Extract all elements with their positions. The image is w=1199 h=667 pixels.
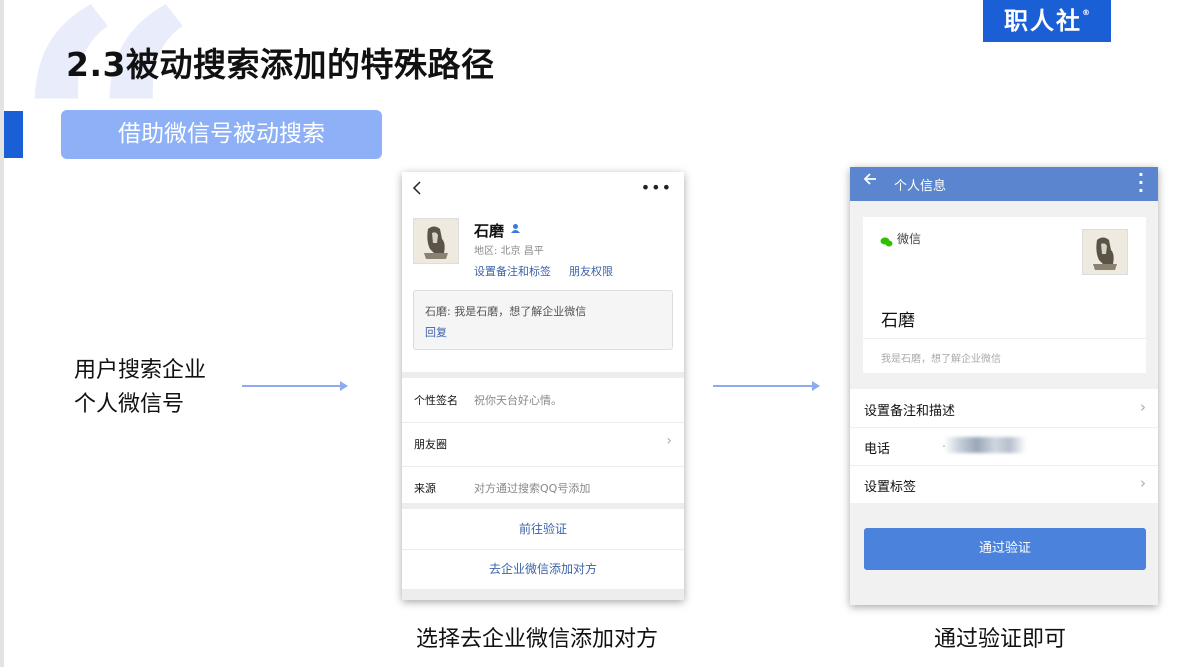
wechat-contact-screen: ••• 石磨 地区: 北京 昌平 设置备注和标签 朋友权限 石磨: 我是石磨，想…	[402, 172, 684, 600]
flow-arrow-1	[242, 381, 348, 391]
set-remark-link[interactable]: 设置备注和标签	[474, 263, 551, 279]
avatar	[1082, 229, 1128, 275]
side-description: 用户搜索企业 个人微信号	[74, 354, 206, 422]
registered-mark: ®	[1082, 8, 1090, 17]
settings-list: 设置备注和描述 › 电话 . . 设置标签 ›	[850, 389, 1158, 503]
brand-logo: 职人社®	[983, 0, 1111, 42]
row-set-tags[interactable]: 设置标签 ›	[850, 465, 1158, 503]
reply-link[interactable]: 回复	[425, 324, 447, 340]
profile-card: 微信 石磨 我是石磨，想了解企业微信	[863, 217, 1146, 373]
row-label: 朋友圈	[414, 438, 447, 451]
friend-permission-link[interactable]: 朋友权限	[569, 263, 613, 279]
caption-left: 选择去企业微信添加对方	[416, 627, 659, 652]
top-bar: •••	[402, 172, 684, 208]
profile-signature: 我是石磨，想了解企业微信	[881, 354, 1001, 365]
side-line-2: 个人微信号	[74, 392, 185, 417]
row-remark-description[interactable]: 设置备注和描述 ›	[850, 389, 1158, 428]
row-label: 设置标签	[864, 480, 917, 495]
profile-name: 石磨	[881, 311, 915, 331]
back-arrow-icon[interactable]	[862, 171, 878, 192]
wechat-icon	[880, 232, 893, 247]
more-dots-icon[interactable]: •••	[641, 178, 672, 197]
chevron-right-icon: ›	[1140, 398, 1146, 416]
row-value: 祝你天台好心情。	[474, 394, 562, 407]
card-divider	[863, 338, 1146, 339]
go-verify-button[interactable]: 前往验证	[402, 509, 684, 550]
chevron-left-icon[interactable]	[412, 180, 422, 199]
row-label: 来源	[414, 482, 436, 495]
row-label: 设置备注和描述	[864, 404, 956, 419]
subtag-accent-bar	[4, 111, 23, 158]
flow-arrow-2	[713, 381, 820, 391]
verification-message: 石磨: 我是石磨，想了解企业微信	[425, 305, 587, 318]
side-line-1: 用户搜索企业	[74, 358, 207, 383]
slide-title: 2.3被动搜索添加的特殊路径	[66, 45, 495, 84]
avatar	[413, 218, 459, 264]
wechat-label: 微信	[897, 232, 922, 246]
bottom-filler	[402, 590, 684, 600]
more-vertical-icon[interactable]: · · ·	[1138, 167, 1144, 199]
header-bar: 个人信息 · · ·	[850, 167, 1158, 201]
chevron-right-icon: ›	[1140, 474, 1146, 492]
wecom-profile-screen: 个人信息 · · · 微信 石磨 我是石磨，想了解企业微信 设置备注和描述 › 电话…	[850, 167, 1158, 605]
row-label: 电话	[864, 442, 891, 457]
contact-region: 地区: 北京 昌平	[474, 246, 544, 257]
row-signature: 个性签名 祝你天台好心情。	[402, 378, 684, 423]
section-subtag: 借助微信号被动搜索	[61, 110, 382, 159]
row-phone: 电话 . .	[850, 427, 1158, 466]
approve-verification-button[interactable]: 通过验证	[864, 528, 1146, 570]
left-edge-rule	[0, 0, 4, 667]
blurred-phone-number	[944, 437, 1026, 453]
row-moments[interactable]: 朋友圈 ›	[402, 422, 684, 467]
row-value: 对方通过搜索QQ号添加	[474, 482, 591, 495]
caption-right: 通过验证即可	[934, 627, 1067, 652]
chevron-right-icon: ›	[666, 433, 672, 449]
header-title: 个人信息	[894, 179, 947, 194]
verification-message-box: 石磨: 我是石磨，想了解企业微信 回复	[413, 290, 673, 350]
person-icon	[510, 223, 521, 237]
contact-name: 石磨	[474, 222, 505, 240]
row-label: 个性签名	[414, 394, 458, 407]
brand-name: 职人社	[1004, 7, 1082, 35]
add-via-wecom-button[interactable]: 去企业微信添加对方	[402, 549, 684, 590]
